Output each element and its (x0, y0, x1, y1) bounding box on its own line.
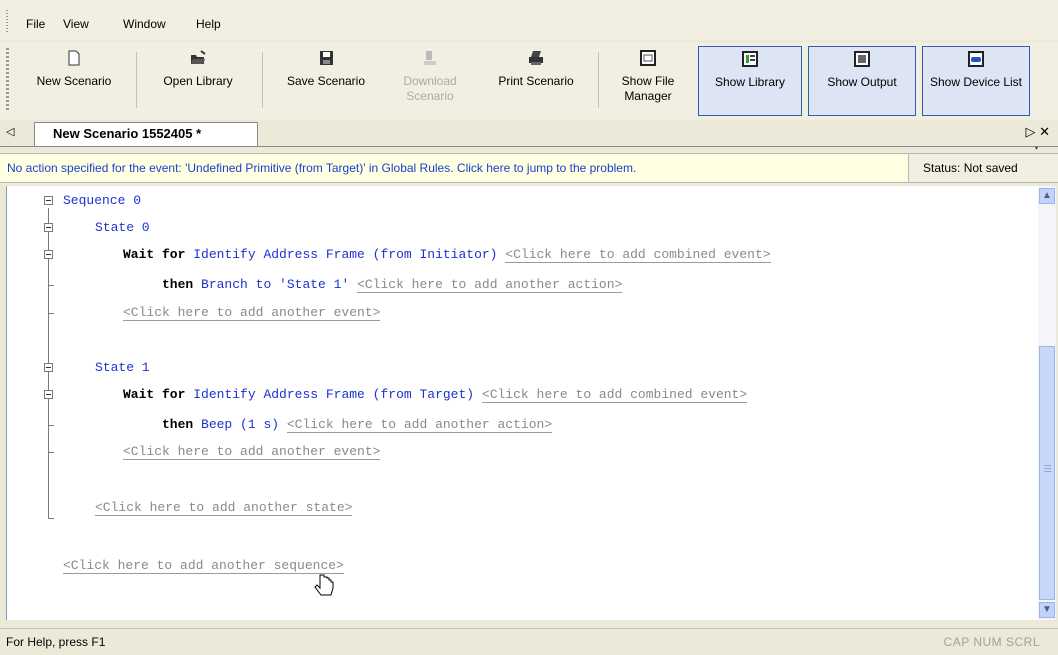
add-combined-event-link[interactable]: <Click here to add combined event> (481, 387, 748, 403)
toolbar-separator (136, 52, 137, 108)
tree-line (48, 425, 54, 426)
file-manager-icon (640, 50, 656, 66)
add-action-link[interactable]: <Click here to add another action> (286, 417, 553, 433)
new-document-icon (66, 50, 82, 66)
add-event-line: <Click here to add another event> (123, 443, 381, 461)
scrollbar-grip (1044, 465, 1051, 473)
new-scenario-button[interactable]: New Scenario (18, 46, 130, 116)
save-status: Status: Not saved (908, 154, 1058, 182)
close-tab-icon[interactable]: ✕ (1039, 124, 1050, 139)
tab-scenario[interactable]: New Scenario 1552405 * (34, 122, 258, 146)
output-window-icon (854, 51, 870, 67)
scroll-up-icon[interactable]: ▲ (1039, 188, 1055, 204)
tab-scroll-right-icon[interactable]: ▷ (1025, 124, 1035, 139)
library-list-icon (742, 51, 758, 67)
add-event-link[interactable]: <Click here to add another event> (123, 444, 381, 460)
add-action-link[interactable]: <Click here to add another action> (357, 277, 623, 293)
scenario-editor[interactable]: Sequence 0 State 0 Wait for Identify Add… (6, 186, 1039, 620)
tab-controls: ▷ ✕ (1025, 124, 1050, 140)
action-name[interactable]: Beep (1 s) (201, 417, 279, 432)
add-sequence-link[interactable]: <Click here to add another sequence> (63, 558, 344, 574)
save-scenario-label: Save Scenario (286, 74, 366, 88)
download-device-icon (422, 50, 438, 66)
show-file-manager-label: Show File Manager (621, 74, 675, 103)
wait-line: Wait for Identify Address Frame (from Ta… (123, 387, 748, 403)
action-line: then Branch to 'State 1' <Click here to … (162, 277, 623, 293)
status-bar: For Help, press F1 CAP NUM SCRL (0, 628, 1058, 655)
print-scenario-label: Print Scenario (498, 74, 574, 88)
toolbar-grip[interactable] (6, 48, 9, 110)
menu-window[interactable]: Window (123, 17, 166, 31)
event-name[interactable]: Identify Address Frame (from Target) (193, 387, 474, 402)
new-scenario-label: New Scenario (36, 74, 112, 88)
tree-line (48, 285, 54, 286)
sequence-header[interactable]: Sequence 0 (63, 192, 141, 210)
open-folder-icon (190, 50, 206, 66)
menu-bar: File View Window Help (0, 0, 1058, 40)
show-device-list-label: Show Device List (929, 75, 1023, 89)
save-scenario-button[interactable]: Save Scenario (270, 46, 382, 116)
tree-line (48, 518, 54, 519)
collapse-wait-icon[interactable] (44, 250, 53, 259)
show-output-button[interactable]: Show Output (808, 46, 916, 116)
menu-help[interactable]: Help (196, 17, 221, 31)
event-name[interactable]: Identify Address Frame (from Initiator) (193, 247, 497, 262)
status-key-indicators: CAP NUM SCRL (943, 635, 1040, 649)
add-sequence-line: <Click here to add another sequence> (63, 557, 344, 575)
hand-cursor-icon (314, 574, 334, 596)
action-name[interactable]: Branch to 'State 1' (201, 277, 349, 292)
toolbar-separator (262, 52, 263, 108)
scrollbar-thumb[interactable] (1039, 346, 1055, 600)
add-combined-event-link[interactable]: <Click here to add combined event> (505, 247, 771, 263)
collapse-state-icon[interactable] (44, 223, 53, 232)
state-header[interactable]: State 1 (95, 359, 150, 377)
status-help-text: For Help, press F1 (6, 635, 106, 649)
show-output-label: Show Output (827, 75, 897, 89)
device-list-icon (968, 51, 984, 67)
toolbar: New Scenario Open Library Save Scenario … (0, 42, 1058, 153)
printer-icon (528, 50, 544, 66)
scroll-down-icon[interactable]: ▼ (1039, 602, 1055, 618)
toolbar-separator (598, 52, 599, 108)
menu-grip (6, 10, 8, 32)
add-event-line: <Click here to add another event> (123, 304, 381, 322)
state-header[interactable]: State 0 (95, 219, 150, 237)
add-event-link[interactable]: <Click here to add another event> (123, 305, 381, 321)
download-scenario-button[interactable]: Download Scenario (390, 46, 470, 116)
collapse-wait-icon[interactable] (44, 390, 53, 399)
tree-line (48, 313, 54, 314)
tree-line (48, 452, 54, 453)
add-state-link[interactable]: <Click here to add another state> (95, 500, 353, 516)
open-library-label: Open Library (163, 74, 233, 88)
problem-notice-bar: No action specified for the event: 'Unde… (0, 153, 1058, 183)
menu-view[interactable]: View (63, 17, 89, 31)
print-scenario-button[interactable]: Print Scenario (482, 46, 590, 116)
add-state-line: <Click here to add another state> (95, 499, 353, 517)
vertical-scrollbar[interactable]: ▲ ▼ (1038, 186, 1056, 620)
tab-bar: ◁ New Scenario 1552405 * ▷ ✕ (0, 120, 1058, 147)
floppy-disk-icon (318, 50, 334, 66)
show-file-manager-button[interactable]: Show File Manager (604, 46, 692, 116)
tab-scroll-left-icon[interactable]: ◁ (6, 125, 14, 138)
collapse-sequence-icon[interactable] (44, 196, 53, 205)
wait-line: Wait for Identify Address Frame (from In… (123, 247, 771, 263)
action-line: then Beep (1 s) <Click here to add anoth… (162, 417, 553, 433)
menu-file[interactable]: File (26, 17, 45, 31)
show-device-list-button[interactable]: Show Device List (922, 46, 1030, 116)
download-scenario-label: Download Scenario (403, 74, 457, 103)
problem-link[interactable]: No action specified for the event: 'Unde… (7, 161, 636, 175)
show-library-button[interactable]: Show Library (698, 46, 802, 116)
tab-title: New Scenario 1552405 * (53, 126, 202, 141)
show-library-label: Show Library (714, 75, 786, 89)
open-library-button[interactable]: Open Library (144, 46, 252, 116)
collapse-state-icon[interactable] (44, 363, 53, 372)
